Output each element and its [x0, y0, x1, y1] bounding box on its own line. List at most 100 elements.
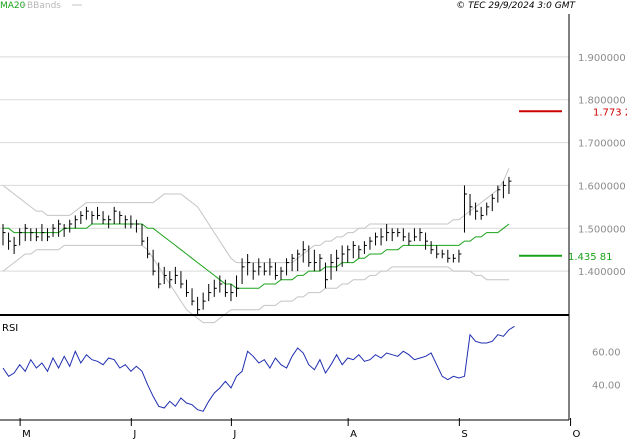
ohlc-bar — [258, 258, 262, 276]
ohlc-bar — [280, 266, 284, 280]
ohlc-bar — [247, 254, 251, 276]
ohlc-bar — [408, 232, 412, 246]
ohlc-bar — [458, 249, 462, 263]
ohlc-bar — [430, 241, 434, 254]
rsi-title: RSI — [2, 323, 18, 334]
ohlc-bar — [46, 228, 50, 242]
ohlc-bar — [135, 219, 139, 233]
ohlc-bar — [41, 224, 45, 242]
ohlc-bar — [80, 211, 84, 224]
ohlc-bar — [425, 232, 429, 250]
ohlc-bar — [219, 275, 223, 293]
legend-ma20: MA20 — [0, 1, 26, 11]
ohlc-bar — [447, 249, 451, 263]
price-panel-frame — [0, 14, 569, 314]
ohlc-bar — [147, 236, 151, 259]
price-y-tick-label: 1.800000 — [578, 96, 626, 107]
ohlc-bar — [91, 211, 95, 224]
ohlc-bar — [436, 245, 440, 259]
ohlc-bar — [413, 228, 417, 242]
ohlc-bar — [163, 266, 167, 284]
stock-chart: MA20 BBands © TEC 29/9/2024 3:0 GMT 1.90… — [0, 1, 627, 440]
ohlc-bar — [152, 249, 156, 276]
ohlc-bar — [69, 219, 73, 233]
ohlc-bar — [185, 279, 189, 297]
ohlc-bar — [391, 228, 395, 242]
rsi-y-tick-label: 40.00 — [592, 381, 621, 392]
price-y-tick-label: 1.900000 — [578, 53, 626, 64]
ohlc-bar — [486, 202, 490, 216]
ohlc-bar — [286, 258, 290, 276]
copyright: © TEC 29/9/2024 3:0 GMT — [456, 1, 576, 11]
ohlc-bar — [369, 236, 373, 250]
resistance-label: 1.773 2 — [593, 107, 627, 118]
ohlc-bar — [347, 245, 351, 263]
ohlc-bar — [158, 262, 162, 289]
ohlc-bar — [397, 228, 401, 237]
ohlc-bar — [124, 215, 128, 229]
ohlc-bar — [2, 224, 6, 246]
rsi-panel: RSI 60.00 40.00 — [2, 323, 621, 412]
ohlc-bar — [35, 228, 39, 242]
price-y-tick-label: 1.400000 — [578, 267, 626, 278]
rsi-series-line — [2, 325, 515, 412]
moving-average — [3, 223, 510, 289]
x-axis-month-label: J — [132, 429, 136, 440]
ohlc-bar — [419, 228, 423, 242]
ohlc-bar — [85, 206, 89, 220]
x-axis-month-label: J — [232, 429, 236, 440]
ohlc-bar — [30, 228, 34, 242]
ohlc-bar — [352, 241, 356, 259]
ohlc-bar — [319, 254, 323, 272]
ma20-line — [3, 223, 510, 289]
price-panel: 1.900000 1.800000 1.700000 1.600000 1.500000… — [0, 14, 627, 324]
ohlc-bar — [8, 232, 12, 250]
support-label: 1.435 81 — [568, 252, 613, 263]
bollinger-upper-line — [2, 168, 510, 264]
bollinger-lower-line — [2, 244, 509, 324]
rsi-line — [2, 325, 515, 412]
ohlc-bar — [463, 185, 467, 233]
date-axis: MJJASO — [19, 418, 581, 440]
ohlc-bar — [230, 284, 234, 302]
ohlc-bar — [74, 215, 78, 229]
price-y-tick-label: 1.600000 — [578, 181, 626, 192]
price-grid — [0, 56, 569, 272]
ohlc-bar — [375, 232, 379, 246]
ohlc-bar — [491, 194, 495, 212]
ohlc-bar — [97, 206, 101, 220]
ohlc-bar — [252, 262, 256, 280]
ohlc-bar — [130, 215, 134, 229]
ohlc-bar — [269, 258, 273, 276]
ohlc-bar — [386, 224, 390, 242]
ohlc-bar — [263, 262, 267, 276]
price-y-axis: 1.900000 1.800000 1.700000 1.600000 1.500000… — [578, 53, 626, 278]
ohlc-bar — [224, 279, 228, 297]
ohlc-bar — [502, 181, 506, 199]
ohlc-bar — [191, 288, 195, 306]
ohlc-bar — [13, 236, 17, 254]
ohlc-bar — [202, 292, 206, 310]
ohlc-bar — [480, 206, 484, 220]
ohlc-bar — [469, 194, 473, 216]
ohlc-bar — [174, 266, 178, 284]
rsi-y-tick-label: 60.00 — [592, 347, 621, 358]
x-axis-month-label: S — [461, 429, 467, 440]
ohlc-bar — [113, 206, 117, 224]
ohlc-bar — [141, 224, 145, 246]
ohlc-bar — [197, 296, 201, 314]
ohlc-bar — [19, 228, 23, 246]
ohlc-bar — [441, 249, 445, 259]
ohlc-bar — [180, 271, 184, 289]
ohlc-bar — [341, 245, 345, 267]
ohlc-bar — [213, 279, 217, 297]
ohlc-bar — [119, 211, 123, 224]
ohlc-bar — [63, 224, 67, 237]
ohlc-bar — [52, 224, 56, 237]
ohlc-bar — [358, 245, 362, 259]
ohlc-bar — [297, 249, 301, 272]
ohlc-bar — [336, 249, 340, 272]
ohlc-bar — [363, 241, 367, 254]
x-axis-month-label: O — [573, 429, 581, 440]
ohlc-bar — [402, 228, 406, 242]
